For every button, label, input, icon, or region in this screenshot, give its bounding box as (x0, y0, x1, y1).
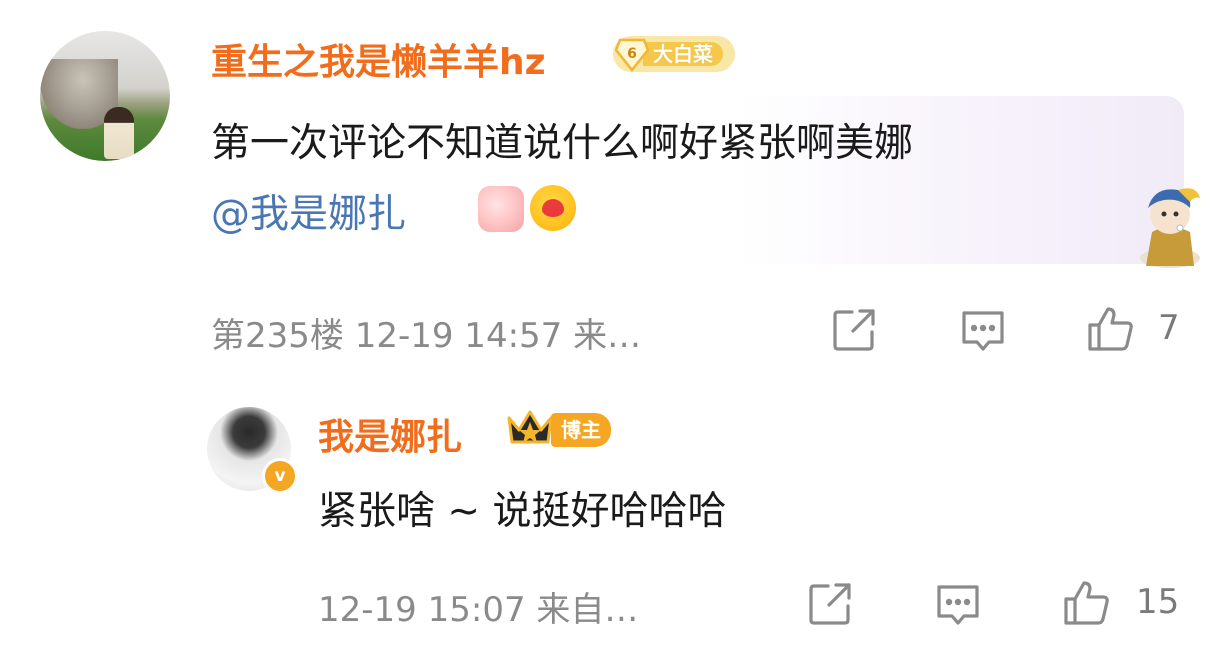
level-diamond-icon: 6 (615, 38, 649, 72)
comment-meta: 12-19 15:07 来自… (318, 590, 639, 630)
pearl-earring-girl-icon (1140, 188, 1200, 268)
crown-icon (507, 410, 553, 444)
level-label: 大白菜 (643, 42, 723, 66)
share-icon[interactable] (830, 306, 878, 354)
like-icon[interactable] (1062, 579, 1110, 627)
like-icon[interactable] (1086, 305, 1134, 353)
like-count: 7 (1158, 308, 1180, 348)
blushing-sticker-icon (478, 186, 524, 232)
comment-icon[interactable] (934, 580, 982, 628)
mention-link[interactable]: @我是娜扎 (211, 183, 406, 239)
comment-text: 第一次评论不知道说什么啊好紧张啊美娜 (211, 121, 914, 166)
comment-icon[interactable] (959, 306, 1007, 354)
avatar[interactable] (40, 31, 170, 161)
hug-heart-emoji-icon (530, 185, 576, 231)
share-icon[interactable] (806, 580, 854, 628)
svg-text:6: 6 (627, 46, 637, 62)
like-count: 15 (1136, 582, 1180, 622)
username[interactable]: 重生之我是懒羊羊hz (211, 33, 546, 85)
comment-text: 紧张啥 ~ 说挺好哈哈哈 (318, 489, 727, 534)
verified-badge: v (262, 458, 298, 494)
owner-tag: 博主 (551, 413, 611, 447)
username[interactable]: 我是娜扎 (318, 408, 462, 460)
level-badge: 6 大白菜 (613, 36, 735, 72)
comment-meta: 第235楼 12-19 14:57 来… (211, 316, 642, 356)
